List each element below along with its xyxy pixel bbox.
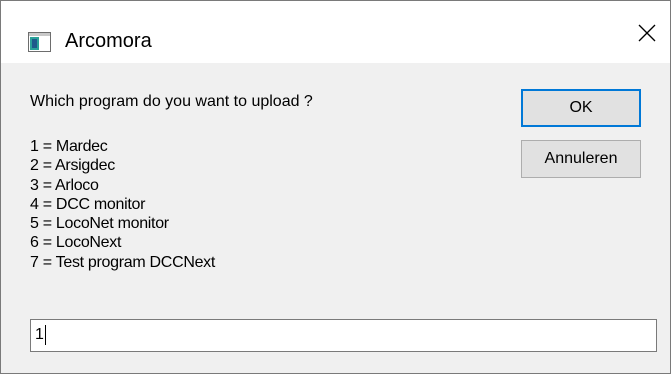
option-item: 7 = Test program DCCNext: [30, 253, 216, 271]
window-title: Arcomora: [65, 30, 152, 52]
text-caret: [44, 325, 46, 345]
prompt-text: Which program do you want to upload ?: [30, 93, 313, 110]
option-item: 5 = LocoNet monitor: [30, 215, 169, 233]
title-bar[interactable]: Arcomora: [1, 1, 670, 63]
cancel-button-label: Annuleren: [544, 150, 618, 167]
option-item: 2 = Arsigdec: [30, 157, 115, 175]
dialog-content: Which program do you want to upload ? 1 …: [1, 63, 670, 373]
ok-button-label: OK: [569, 99, 593, 116]
dialog-window: Arcomora Which program do you want to up…: [0, 0, 671, 374]
program-options-list: 1 = Mardec 2 = Arsigdec 3 = Arloco 4 = D…: [30, 137, 215, 272]
option-item: 3 = Arloco: [30, 176, 99, 194]
program-number-input[interactable]: 1: [30, 319, 657, 352]
option-item: 4 = DCC monitor: [30, 195, 146, 213]
close-icon: [638, 24, 656, 47]
option-item: 6 = LocoNext: [30, 234, 122, 252]
app-window-icon: [28, 32, 51, 52]
cancel-button[interactable]: Annuleren: [521, 140, 641, 178]
ok-button[interactable]: OK: [521, 89, 641, 127]
option-item: 1 = Mardec: [30, 138, 108, 155]
input-value: 1: [35, 326, 44, 343]
close-button[interactable]: [625, 13, 669, 57]
